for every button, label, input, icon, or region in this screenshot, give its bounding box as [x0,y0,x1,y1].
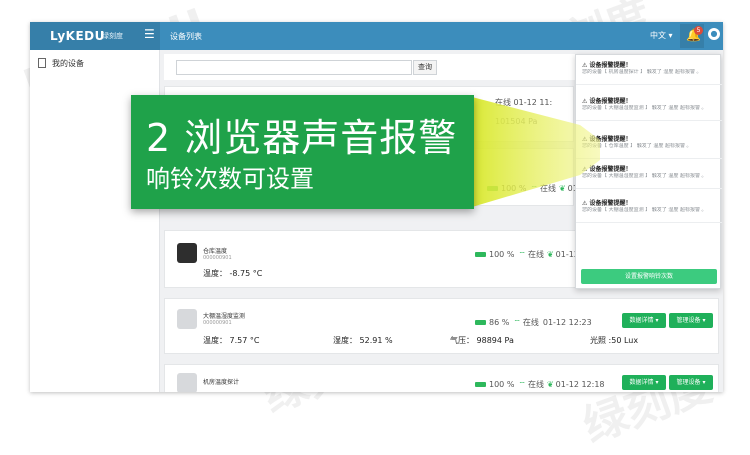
battery-icon [475,252,486,257]
update-time: 01-12 12:23 [542,318,592,327]
device-image [177,309,197,329]
online-status: 在线 [527,380,544,389]
notification-item[interactable]: ⚠ 设备报警提醒！ 您的设备【 大棚温湿度监测 】 触发了 温度 超标报警 。 [576,93,722,121]
wifi-icon: ⌔ [518,250,526,259]
notification-text: 您的设备【 大棚温湿度监测 】 触发了 温度 超标报警 。 [582,173,707,179]
search-button[interactable]: 查询 [413,60,437,75]
device-name: 大棚温湿度监测 [203,313,246,320]
battery-icon [487,186,498,191]
battery-level: 86 % [489,318,510,327]
wifi-icon: ⌔ [518,380,526,389]
notification-title: ⚠ 设备报警提醒！ [582,98,632,105]
logo-area: LyKEDU 绿刻度 ☰ [30,22,160,50]
pressure-reading: 气压： 98894 Pa [450,336,514,345]
battery-icon [475,382,486,387]
notification-dropdown: ⚠ 设备报警提醒！ 您的设备【 机房温度探计 】 触发了 湿度 超标报警 。 ⚠… [575,54,722,289]
logo-subtitle: 绿刻度 [102,32,123,40]
online-status: 在线 [539,184,556,193]
language-selector[interactable]: 中文 ▾ [650,30,673,41]
sidebar-item-label: 我的设备 [52,59,84,68]
device-status: 100 % ⌔ 在线 ❦ 01-12 12:18 [475,379,605,390]
notification-item[interactable]: ⚠ 设备报警提醒！ 您的设备【 大棚温湿度监测 】 触发了 湿度 超标报警 。 [576,195,722,223]
device-name: 机房温度探计 [203,379,240,386]
sidebar-item-my-devices[interactable]: 我的设备 [38,58,84,69]
notification-text: 您的设备【 大棚温湿度监测 】 触发了 温度 超标报警 。 [582,105,707,111]
search-input[interactable] [176,60,412,75]
device-reading: 101504 Pa [495,117,538,126]
manage-device-button[interactable]: 管理设备 ▾ [669,375,713,390]
device-id: 000000901 [203,255,232,261]
device-name: 仓库温度 [203,248,228,255]
banner-title: 2 浏览器声音报警 [146,116,458,160]
humidity-reading: 湿度： 52.91 % [333,336,393,345]
user-icon[interactable]: ● [708,28,720,40]
light-reading: 光照 :50 Lux [590,336,639,345]
online-status: 在线 [522,318,539,327]
notification-item[interactable]: ⚠ 设备报警提醒！ 您的设备【 机房温度探计 】 触发了 湿度 超标报警 。 [576,57,722,85]
notification-button[interactable]: 🔔 5 [680,24,704,48]
battery-icon [475,320,486,325]
page-title: 设备列表 [170,32,202,41]
logo: LyKEDU [50,29,105,43]
data-detail-button[interactable]: 数据详情 ▾ [622,375,666,390]
battery-level: 100 % [489,380,515,389]
temperature-reading: 温度： -8.75 °C [203,269,263,278]
notification-title: ⚠ 设备报警提醒！ [582,200,632,207]
leaf-icon: ❦ [558,184,566,193]
device-status: 100 %⌔在线❦01-12 [475,249,579,260]
device-image [177,243,197,263]
top-navbar: LyKEDU 绿刻度 ☰ 设备列表 中文 ▾ 🔔 5 ● [30,22,723,50]
set-alarm-ring-count-button[interactable]: 设置报警响铃次数 [581,269,717,284]
battery-level: 100 % [489,250,515,259]
device-card: 机房温度探计 100 % ⌔ 在线 ❦ 01-12 12:18 数据详情 ▾ 管理设备 … [164,364,719,392]
notification-text: 您的设备【 大棚温湿度监测 】 触发了 湿度 超标报警 。 [582,207,707,213]
device-id: 000000901 [203,320,232,326]
menu-toggle-icon[interactable]: ☰ [144,28,156,40]
temperature-reading: 温度： 7.57 °C [203,336,260,345]
online-status: 在线 [527,250,544,259]
device-list-icon [38,58,46,68]
update-time: 01-12 12:18 [555,380,605,389]
notification-text: 您的设备【 机房温度探计 】 触发了 湿度 超标报警 。 [582,69,702,75]
leaf-icon: ❦ [546,250,554,259]
notification-item[interactable]: ⚠ 设备报警提醒！ 您的设备【 仓库温度 】 触发了 温度 超标报警 。 [576,131,722,159]
device-card: 大棚温湿度监测 000000901 温度： 7.57 °C 湿度： 52.91 … [164,298,719,354]
battery-level: 100 % [501,184,527,193]
device-status: 在线 01-12 11: [495,98,553,107]
feature-banner: 2 浏览器声音报警 响铃次数可设置 [131,95,474,209]
notification-badge: 5 [694,26,703,35]
leaf-icon: ❦ [546,380,554,389]
notification-text: 您的设备【 仓库温度 】 触发了 温度 超标报警 。 [582,143,692,149]
banner-subtitle: 响铃次数可设置 [146,165,314,193]
wifi-icon: ⌔ [513,318,521,327]
data-detail-button[interactable]: 数据详情 ▾ [622,313,666,328]
manage-device-button[interactable]: 管理设备 ▾ [669,313,713,328]
notification-title: ⚠ 设备报警提醒！ [582,166,632,173]
notification-title: ⚠ 设备报警提醒！ [582,136,632,143]
notification-item[interactable]: ⚠ 设备报警提醒！ 您的设备【 大棚温湿度监测 】 触发了 温度 超标报警 。 [576,161,722,189]
device-status: 86 % ⌔ 在线 01-12 12:23 [475,317,592,328]
device-image [177,373,197,392]
wifi-icon: ⌔ [530,184,538,193]
notification-title: ⚠ 设备报警提醒！ [582,62,632,69]
